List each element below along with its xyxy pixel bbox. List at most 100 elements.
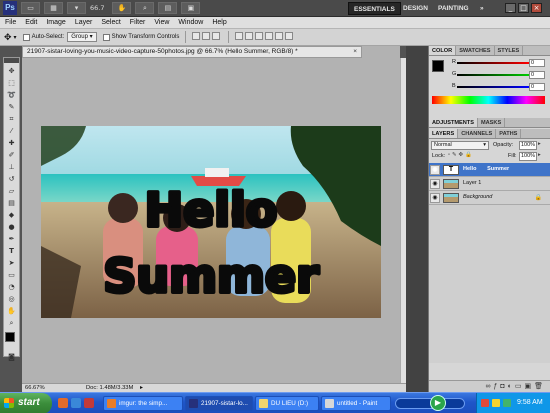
blend-mode-dropdown[interactable]: Normal ▾ bbox=[431, 141, 489, 150]
tray-volume-icon[interactable] bbox=[503, 399, 511, 407]
clone-stamp-tool-icon[interactable]: ⊥ bbox=[4, 162, 19, 173]
status-zoom[interactable]: 66.67% bbox=[25, 384, 45, 392]
tab-styles[interactable]: STYLES bbox=[495, 46, 524, 55]
status-menu-arrow-icon[interactable]: ▸ bbox=[140, 384, 143, 392]
view-extras-button[interactable]: ▦ bbox=[44, 2, 63, 14]
quick-mask-icon[interactable]: ◙ bbox=[4, 352, 19, 363]
tab-channels[interactable]: CHANNELS bbox=[458, 129, 497, 138]
workspace-more[interactable]: » bbox=[480, 2, 484, 15]
task-photoshop[interactable]: 21907-sistar-lo... bbox=[185, 396, 253, 411]
path-selection-tool-icon[interactable]: ➤ bbox=[4, 258, 19, 269]
layer-row-text[interactable]: ◉ T Hello Summer bbox=[429, 163, 550, 177]
start-button[interactable]: start bbox=[0, 393, 52, 413]
zoom-tool-button[interactable]: ⌕ bbox=[135, 2, 155, 14]
tab-layers[interactable]: LAYERS bbox=[429, 129, 459, 138]
foreground-color-swatch[interactable] bbox=[5, 332, 15, 342]
3d-rotate-tool-icon[interactable]: ◔ bbox=[4, 282, 19, 293]
menu-image[interactable]: Image bbox=[46, 19, 65, 26]
menu-select[interactable]: Select bbox=[101, 19, 120, 26]
menu-filter[interactable]: Filter bbox=[130, 19, 146, 26]
layer-row-background[interactable]: ◉ Background 🔒 bbox=[429, 191, 550, 205]
eyedropper-tool-icon[interactable]: ⁄ bbox=[4, 126, 19, 137]
tab-color[interactable]: COLOR bbox=[429, 46, 457, 55]
history-brush-tool-icon[interactable]: ↺ bbox=[4, 174, 19, 185]
close-document-icon[interactable]: × bbox=[353, 47, 357, 57]
task-du-lieu[interactable]: DU LIEU (D:) bbox=[255, 396, 319, 411]
auto-select-dropdown[interactable]: Group ▾ bbox=[67, 32, 97, 42]
menu-view[interactable]: View bbox=[154, 19, 169, 26]
firefox-icon[interactable] bbox=[58, 398, 68, 408]
align-middle-icon[interactable] bbox=[202, 32, 211, 40]
launch-bridge-button[interactable]: ▭ bbox=[21, 2, 40, 14]
marquee-tool-icon[interactable]: ⬚ bbox=[4, 78, 19, 89]
tab-adjustments[interactable]: ADJUSTMENTS bbox=[429, 118, 478, 127]
visibility-eye-icon[interactable]: ◉ bbox=[430, 193, 440, 203]
red-value[interactable]: 0 bbox=[529, 59, 545, 67]
tray-app-icon[interactable] bbox=[481, 399, 489, 407]
move-tool-icon[interactable]: ✥ bbox=[4, 66, 19, 77]
screen-mode-button[interactable]: ▣ bbox=[181, 2, 201, 14]
tray-network-icon[interactable] bbox=[492, 399, 500, 407]
arrange-documents-button[interactable]: ▤ bbox=[158, 2, 178, 14]
tab-masks[interactable]: MASKS bbox=[478, 118, 506, 127]
healing-brush-tool-icon[interactable]: ✚ bbox=[4, 138, 19, 149]
distribute-center-icon[interactable] bbox=[275, 32, 284, 40]
align-top-icon[interactable] bbox=[192, 32, 201, 40]
media-icon[interactable] bbox=[84, 398, 94, 408]
foreground-color-swatch[interactable] bbox=[432, 60, 444, 72]
minimize-button[interactable]: _ bbox=[505, 3, 516, 13]
distribute-left-icon[interactable] bbox=[265, 32, 274, 40]
play-icon[interactable]: ▶ bbox=[430, 395, 446, 411]
green-value[interactable]: 0 bbox=[529, 71, 545, 79]
ie-icon[interactable] bbox=[71, 398, 81, 408]
3d-orbit-tool-icon[interactable]: ◎ bbox=[4, 294, 19, 305]
task-imgur[interactable]: imgur: the simp... bbox=[103, 396, 183, 411]
workspace-painting[interactable]: PAINTING bbox=[438, 2, 469, 15]
distribute-middle-icon[interactable] bbox=[245, 32, 254, 40]
green-slider[interactable] bbox=[457, 74, 529, 76]
adjustment-layer-icon[interactable]: ◐ bbox=[508, 383, 515, 390]
delete-layer-icon[interactable]: 🗑 bbox=[534, 383, 546, 390]
shape-tool-icon[interactable]: ▭ bbox=[4, 270, 19, 281]
menu-help[interactable]: Help bbox=[212, 19, 226, 26]
menu-file[interactable]: File bbox=[5, 19, 16, 26]
document-tab[interactable]: 21907-sistar-loving-you-music-video-capt… bbox=[22, 46, 362, 58]
eraser-tool-icon[interactable]: ▱ bbox=[4, 186, 19, 197]
fill-input[interactable]: 100% bbox=[519, 152, 537, 161]
tools-panel-header[interactable] bbox=[4, 58, 19, 63]
add-mask-icon[interactable]: ◘ bbox=[500, 383, 507, 390]
brush-tool-icon[interactable]: ✐ bbox=[4, 150, 19, 161]
task-paint[interactable]: untitled - Paint bbox=[321, 396, 391, 411]
visibility-eye-icon[interactable]: ◉ bbox=[430, 165, 440, 175]
maximize-button[interactable]: □ bbox=[518, 3, 529, 13]
canvas-image[interactable]: Hello Summer bbox=[41, 126, 381, 318]
workspace-design[interactable]: DESIGN bbox=[403, 2, 428, 15]
menu-layer[interactable]: Layer bbox=[75, 19, 93, 26]
pen-tool-icon[interactable]: ✒ bbox=[4, 234, 19, 245]
tab-paths[interactable]: PATHS bbox=[496, 129, 522, 138]
color-ramp[interactable] bbox=[432, 96, 545, 104]
zoom-level-display[interactable]: 66.7 bbox=[90, 4, 104, 12]
crop-tool-icon[interactable]: ⌗ bbox=[4, 114, 19, 125]
distribute-bottom-icon[interactable] bbox=[255, 32, 264, 40]
distribute-top-icon[interactable] bbox=[235, 32, 244, 40]
hand-tool-icon[interactable]: ✋ bbox=[4, 306, 19, 317]
dodge-tool-icon[interactable]: ● bbox=[4, 222, 19, 233]
lock-icons[interactable]: ▫✎✥🔒 bbox=[448, 152, 474, 158]
menu-edit[interactable]: Edit bbox=[25, 19, 37, 26]
move-tool-icon[interactable]: ✥ bbox=[4, 32, 12, 43]
distribute-right-icon[interactable] bbox=[285, 32, 294, 40]
opacity-input[interactable]: 100% bbox=[519, 141, 537, 150]
clock[interactable]: 9:58 AM bbox=[517, 393, 543, 413]
blur-tool-icon[interactable]: ◆ bbox=[4, 210, 19, 221]
auto-select-checkbox[interactable] bbox=[22, 33, 30, 41]
tab-swatches[interactable]: SWATCHES bbox=[456, 46, 495, 55]
red-slider[interactable] bbox=[457, 62, 529, 64]
menu-window[interactable]: Window bbox=[178, 19, 203, 26]
close-button[interactable]: × bbox=[531, 3, 542, 13]
quick-selection-tool-icon[interactable]: ✎ bbox=[4, 102, 19, 113]
align-bottom-icon[interactable] bbox=[212, 32, 221, 40]
gradient-tool-icon[interactable]: ▤ bbox=[4, 198, 19, 209]
type-tool-icon[interactable]: T bbox=[4, 246, 19, 257]
fill-arrow-icon[interactable]: ▸ bbox=[538, 152, 541, 158]
